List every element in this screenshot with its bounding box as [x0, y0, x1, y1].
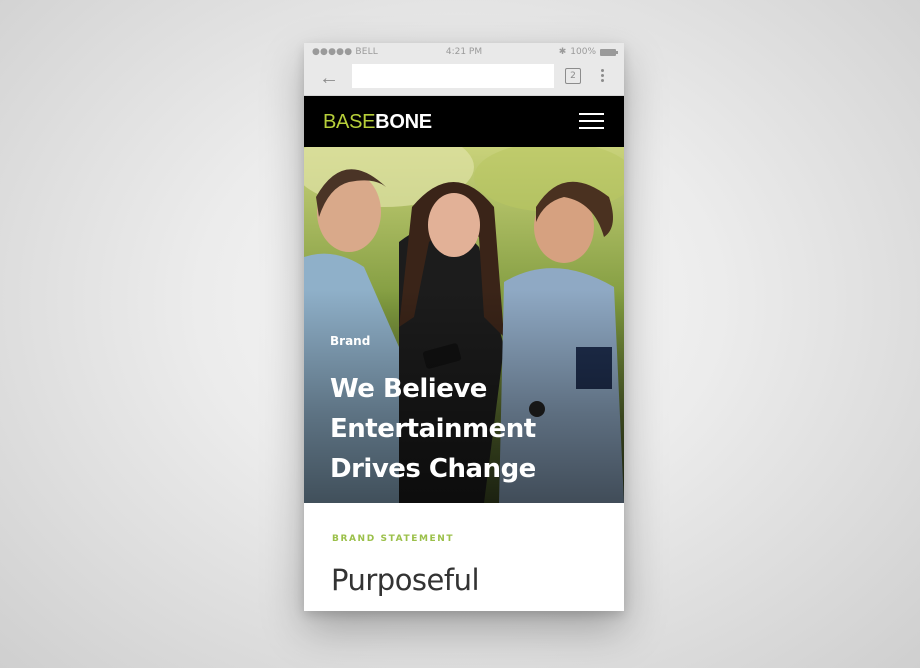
battery-label: 100%: [570, 47, 596, 57]
phone-frame: ●●●●● BELL 4:21 PM ✱ 100% ← 2 BASEBONE B…: [304, 43, 624, 611]
site-header: BASEBONE: [304, 96, 624, 147]
logo-bone: BONE: [375, 111, 432, 133]
logo-base: BASE: [323, 111, 376, 133]
section-kicker: BRAND STATEMENT: [332, 534, 455, 544]
hero-title-line-2: Entertainment: [330, 414, 536, 444]
hero-title-line-3: Drives Change: [330, 454, 536, 484]
back-arrow-icon[interactable]: ←: [318, 68, 340, 88]
brand-statement-section: BRAND STATEMENT Purposeful: [304, 503, 624, 611]
section-heading: Purposeful: [331, 563, 480, 597]
basebone-logo[interactable]: BASEBONE: [323, 111, 432, 134]
bluetooth-icon: ✱: [558, 47, 567, 57]
hero-banner: Brand We Believe Entertainment Drives Ch…: [304, 147, 624, 503]
status-right: ✱ 100%: [558, 47, 618, 57]
status-bar: ●●●●● BELL 4:21 PM ✱ 100%: [304, 43, 624, 62]
hero-title: We Believe Entertainment Drives Change: [330, 369, 610, 489]
address-bar[interactable]: [352, 64, 554, 88]
hero-eyebrow: Brand: [330, 334, 371, 348]
hamburger-menu-icon[interactable]: [579, 113, 604, 130]
battery-icon: [600, 48, 618, 56]
tab-switcher-icon[interactable]: 2: [565, 68, 581, 84]
browser-toolbar: ← 2: [304, 62, 624, 96]
hero-title-line-1: We Believe: [330, 374, 487, 404]
more-options-icon[interactable]: [596, 67, 608, 85]
